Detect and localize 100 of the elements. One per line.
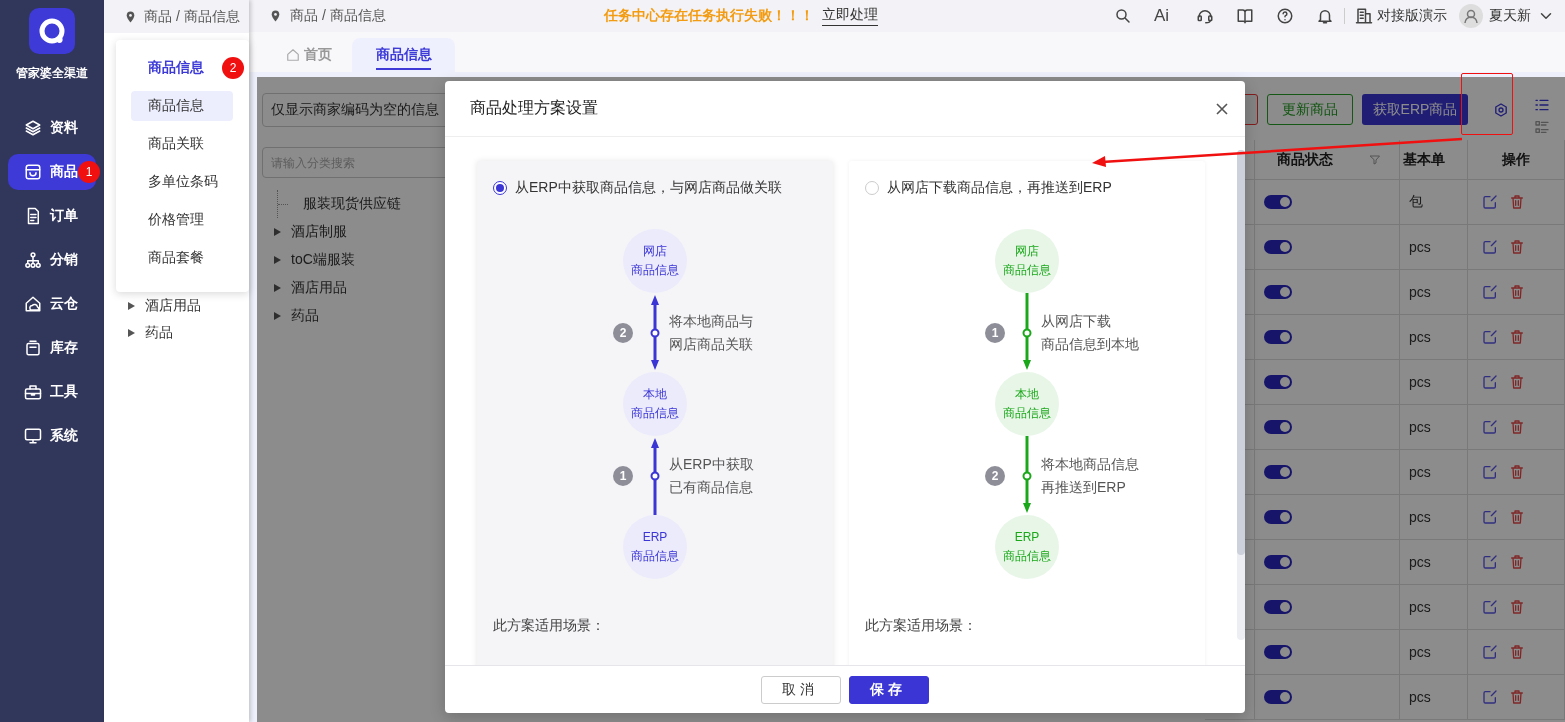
edit-icon[interactable] (1482, 239, 1498, 255)
ai-assistant-button[interactable]: Ai (1153, 6, 1174, 26)
submenu-item[interactable]: 多单位条码 (131, 167, 233, 197)
radio-button[interactable] (493, 181, 507, 195)
building-icon[interactable] (1355, 7, 1373, 25)
book-icon[interactable] (1236, 7, 1254, 25)
list-view-icon[interactable] (1533, 97, 1551, 113)
tree-item[interactable]: 药品 (145, 323, 173, 342)
edit-icon[interactable] (1482, 554, 1498, 570)
nav-item[interactable]: 订单 (8, 198, 96, 234)
status-toggle[interactable] (1264, 195, 1292, 209)
expand-caret-icon[interactable] (128, 328, 135, 337)
edit-icon[interactable] (1482, 599, 1498, 615)
status-toggle[interactable] (1264, 600, 1292, 614)
submenu-item[interactable]: 商品套餐 (131, 243, 233, 273)
annotation-box (1461, 73, 1513, 135)
tree-item[interactable]: 酒店制服 (291, 223, 347, 241)
nav-item[interactable]: 系统 (8, 418, 96, 454)
home-icon (285, 48, 300, 62)
expand-caret-icon[interactable] (274, 228, 281, 236)
status-toggle[interactable] (1264, 375, 1292, 389)
layers-icon (24, 119, 42, 137)
nav-item[interactable]: 云仓 (8, 286, 96, 322)
edit-icon[interactable] (1482, 194, 1498, 210)
trash-icon[interactable] (1509, 374, 1525, 390)
monitor-icon (24, 427, 42, 445)
nav-item[interactable]: 分销 (8, 242, 96, 278)
trash-icon[interactable] (1509, 644, 1525, 660)
edit-icon[interactable] (1482, 464, 1498, 480)
trash-icon[interactable] (1509, 329, 1525, 345)
submenu-item[interactable]: 商品信息 (131, 91, 233, 121)
step-number: 2 (613, 322, 633, 343)
save-button[interactable]: 保存 (849, 675, 929, 704)
expand-caret-icon[interactable] (274, 256, 281, 264)
dialog-title: 商品处理方案设置 (470, 98, 598, 118)
expand-caret-icon[interactable] (274, 284, 281, 292)
trash-icon[interactable] (1509, 464, 1525, 480)
edit-icon[interactable] (1482, 509, 1498, 525)
user-avatar[interactable] (1459, 4, 1483, 28)
edit-icon[interactable] (1482, 329, 1498, 345)
cancel-button[interactable]: 取消 (761, 675, 841, 704)
submenu-item[interactable]: 价格管理 (131, 205, 233, 235)
edit-icon[interactable] (1482, 644, 1498, 660)
search-icon[interactable] (1113, 7, 1132, 25)
nav-item[interactable]: 资料 (8, 110, 96, 146)
fetch-button[interactable]: 获取ERP商品 (1362, 94, 1468, 125)
trash-icon[interactable] (1509, 689, 1525, 705)
table-cell: pcs (1409, 554, 1431, 570)
scrollbar[interactable] (1237, 150, 1245, 640)
status-toggle[interactable] (1264, 555, 1292, 569)
edit-icon[interactable] (1482, 374, 1498, 390)
step-description: 将本地商品与 网店商品关联 (669, 311, 753, 354)
status-toggle[interactable] (1264, 645, 1292, 659)
close-icon[interactable] (1215, 101, 1229, 116)
trash-icon[interactable] (1509, 599, 1525, 615)
status-toggle[interactable] (1264, 690, 1292, 704)
trash-icon[interactable] (1509, 509, 1525, 525)
status-toggle[interactable] (1264, 240, 1292, 254)
step-description: 将本地商品信息 再推送到ERP (1041, 454, 1139, 497)
account-name[interactable]: 对接版演示 (1377, 7, 1447, 25)
option-label[interactable]: 从网店下载商品信息，再推送到ERP (887, 179, 1112, 197)
trash-icon[interactable] (1509, 419, 1525, 435)
tab[interactable]: 商品信息 (352, 38, 455, 72)
trash-icon[interactable] (1509, 239, 1525, 255)
tree-item[interactable]: 药品 (291, 307, 319, 325)
edit-icon[interactable] (1482, 284, 1498, 300)
user-name[interactable]: 夏天新 (1489, 7, 1531, 25)
status-toggle[interactable] (1264, 420, 1292, 434)
detail-view-icon[interactable] (1533, 119, 1551, 135)
tree-item[interactable]: 酒店用品 (291, 279, 347, 297)
option-label[interactable]: 从ERP中获取商品信息，与网店商品做关联 (515, 179, 782, 197)
trash-icon[interactable] (1509, 194, 1525, 210)
table-cell: pcs (1409, 644, 1431, 660)
nav-item[interactable]: 库存 (8, 330, 96, 366)
expand-caret-icon[interactable] (128, 301, 135, 310)
edit-icon[interactable] (1482, 689, 1498, 705)
table-cell: pcs (1409, 329, 1431, 345)
bell-icon[interactable] (1316, 7, 1334, 25)
table-cell: pcs (1409, 464, 1431, 480)
status-toggle[interactable] (1264, 285, 1292, 299)
option-card[interactable]: 从网店下载商品信息，再推送到ERP 网店 商品信息 1 从网店下载 商品信息到本地 本地 商品信息 2 将本地商品信息 再推送到ERP ERP 商品信息 此方案适用场景： (849, 161, 1205, 665)
option-card[interactable]: 从ERP中获取商品信息，与网店商品做关联 网店 商品信息 2 将本地商品与 网店商品关联 本地 商品信息 1 从ERP中获取 已有商品信息 ERP 商品信息 此方案适用场景： (477, 161, 833, 665)
trash-icon[interactable] (1509, 284, 1525, 300)
tree-item[interactable]: toC端服装 (291, 251, 355, 269)
nav-item[interactable]: 工具 (8, 374, 96, 410)
count-badge: 1 (78, 161, 100, 183)
expand-caret-icon[interactable] (274, 312, 281, 320)
headset-icon[interactable] (1196, 7, 1214, 25)
status-toggle[interactable] (1264, 510, 1292, 524)
trash-icon[interactable] (1509, 554, 1525, 570)
handle-now-link[interactable]: 立即处理 (821, 6, 878, 26)
status-toggle[interactable] (1264, 465, 1292, 479)
tree-item[interactable]: 服装现货供应链 (303, 195, 401, 213)
submenu-item[interactable]: 商品关联 (131, 129, 233, 159)
status-toggle[interactable] (1264, 330, 1292, 344)
edit-icon[interactable] (1482, 419, 1498, 435)
tree-item[interactable]: 酒店用品 (145, 296, 201, 315)
cloud-house-icon (24, 295, 42, 313)
help-icon[interactable] (1276, 7, 1294, 25)
settings-icon[interactable] (1493, 102, 1509, 118)
